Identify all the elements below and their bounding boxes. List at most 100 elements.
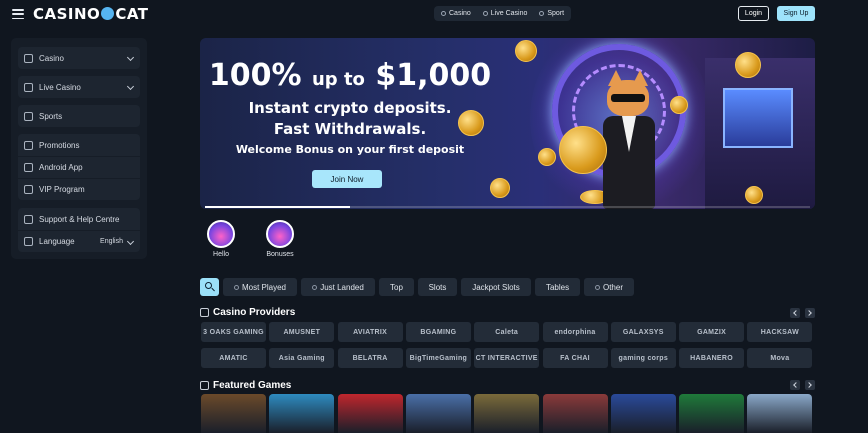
provider-tile[interactable]: GALAXSYS	[610, 322, 676, 342]
provider-tile[interactable]: HACKSAW	[747, 322, 813, 342]
explorer-game-thumbnail[interactable]	[474, 394, 540, 433]
support-icon	[24, 214, 33, 224]
live-casino-icon	[482, 11, 488, 16]
sports-icon	[24, 111, 33, 121]
login-button[interactable]: Login	[738, 6, 769, 21]
story-avatar	[207, 220, 235, 248]
language-value: English	[100, 238, 123, 245]
filter-slots[interactable]: Slots	[418, 278, 457, 296]
chevron-down-icon	[126, 53, 135, 62]
globe-icon	[24, 237, 33, 246]
cat-mascot-image	[559, 68, 663, 209]
paw-coin-image	[559, 126, 607, 174]
provider-tile[interactable]: endorphina	[542, 322, 608, 342]
sparkle-icon	[312, 284, 318, 290]
wolf-game-thumbnail[interactable]	[747, 394, 813, 433]
games-prev-button[interactable]	[790, 380, 800, 390]
signup-button[interactable]: Sign Up	[777, 6, 815, 21]
sidebar-item-support[interactable]: Support & Help Centre	[18, 208, 140, 230]
mountain-game-thumbnail[interactable]	[405, 394, 471, 433]
nav-tab-live-casino[interactable]: Live Casino	[480, 10, 531, 17]
chevron-down-icon	[126, 82, 135, 91]
menu-icon[interactable]	[12, 9, 24, 19]
fire-icon	[200, 381, 209, 390]
provider-tile[interactable]: AVIATRIX	[337, 322, 403, 342]
filter-just-landed[interactable]: Just Landed	[301, 278, 375, 296]
slot-machine-image	[705, 58, 815, 209]
sidebar-item-promotions[interactable]: Promotions	[18, 134, 140, 156]
banner-headline: 100% up to $1,000	[208, 58, 492, 93]
vip-icon	[24, 185, 33, 194]
star-icon	[233, 284, 239, 290]
grid-icon	[594, 284, 600, 290]
story-bonuses[interactable]: Bonuses	[260, 220, 300, 258]
sidebar-group-extras: Promotions Android App VIP Program	[18, 134, 140, 200]
paw-icon	[101, 7, 115, 20]
provider-tile[interactable]: Mova	[747, 348, 813, 368]
sidebar-item-sports[interactable]: Sports	[18, 105, 140, 127]
site-logo[interactable]: CASINO CAT	[33, 5, 149, 23]
coin-image	[538, 148, 556, 166]
filter-top[interactable]: Top	[379, 278, 414, 296]
sidebar-group-support: Support & Help Centre Language English	[18, 208, 140, 252]
android-icon	[24, 163, 33, 172]
coin-image	[670, 96, 688, 114]
provider-tile[interactable]: BGAMING	[405, 322, 471, 342]
grandma-game-thumbnail[interactable]	[542, 394, 608, 433]
banner-text: 100% up to $1,000 Instant crypto deposit…	[200, 58, 500, 156]
search-button[interactable]	[200, 278, 219, 296]
88-game-thumbnail[interactable]	[337, 394, 403, 433]
sidebar: Casino Live Casino Sports Promotions And…	[11, 38, 147, 259]
sidebar-group-sports: Sports	[18, 105, 140, 127]
filter-jackpot-slots[interactable]: Jackpot Slots	[461, 278, 531, 296]
join-now-button[interactable]: Join Now	[312, 170, 382, 188]
provider-tile[interactable]: BigTimeGaming	[405, 348, 471, 368]
coin-image	[490, 178, 510, 198]
banner-progress	[205, 206, 810, 208]
provider-tile[interactable]: Asia Gaming	[269, 348, 335, 368]
top-header: CASINO CAT Casino Live Casino Sport Login…	[0, 0, 868, 30]
sidebar-item-vip-program[interactable]: VIP Program	[18, 178, 140, 200]
provider-tile[interactable]: FA CHAI	[542, 348, 608, 368]
provider-tile[interactable]: AMUSNET	[269, 322, 335, 342]
story-hello[interactable]: Hello	[201, 220, 241, 258]
gift-icon	[24, 140, 33, 150]
filter-other[interactable]: Other	[584, 278, 634, 296]
provider-tile[interactable]: CT INTERACTIVE	[474, 348, 540, 368]
provider-tile[interactable]: Caleta	[474, 322, 540, 342]
sidebar-item-casino[interactable]: Casino	[18, 47, 140, 69]
providers-next-button[interactable]	[805, 308, 815, 318]
banner-line-1: Instant crypto deposits.	[248, 99, 452, 117]
games-next-button[interactable]	[805, 380, 815, 390]
banner-welcome: Welcome Bonus on your first deposit	[235, 143, 465, 156]
sidebar-group-casino: Casino	[18, 47, 140, 69]
filter-most-played[interactable]: Most Played	[223, 278, 297, 296]
tiger-game-thumbnail[interactable]	[201, 394, 266, 433]
sport-icon	[539, 11, 545, 16]
green-orb-game-thumbnail[interactable]	[679, 394, 745, 433]
filter-tables[interactable]: Tables	[535, 278, 580, 296]
coin-image	[735, 52, 761, 78]
provider-tile[interactable]: GAMZIX	[679, 322, 745, 342]
chevron-down-icon	[126, 237, 135, 246]
nav-tab-sport[interactable]: Sport	[536, 10, 567, 17]
crystals-game-thumbnail[interactable]	[610, 394, 676, 433]
banner-progress-fill	[205, 206, 351, 208]
coin-image	[515, 40, 537, 62]
provider-tile[interactable]: AMATIC	[201, 348, 266, 368]
casino-icon	[24, 53, 33, 63]
sidebar-item-live-casino[interactable]: Live Casino	[18, 76, 140, 98]
casino-icon	[441, 11, 446, 16]
nav-tab-casino[interactable]: Casino	[438, 10, 474, 17]
banner-line-2: Fast Withdrawals.	[273, 120, 427, 138]
provider-tile[interactable]: gaming corps	[610, 348, 676, 368]
leprechaun-game-thumbnail[interactable]	[269, 394, 335, 433]
provider-tile[interactable]: BELATRA	[337, 348, 403, 368]
provider-tile[interactable]: HABANERO	[679, 348, 745, 368]
sidebar-item-android-app[interactable]: Android App	[18, 156, 140, 178]
story-avatar	[266, 220, 294, 248]
promo-banner[interactable]: 100% up to $1,000 Instant crypto deposit…	[200, 38, 815, 209]
sidebar-item-language[interactable]: Language English	[18, 230, 140, 252]
provider-tile[interactable]: 3 OAKS GAMING	[201, 322, 266, 342]
providers-prev-button[interactable]	[790, 308, 800, 318]
